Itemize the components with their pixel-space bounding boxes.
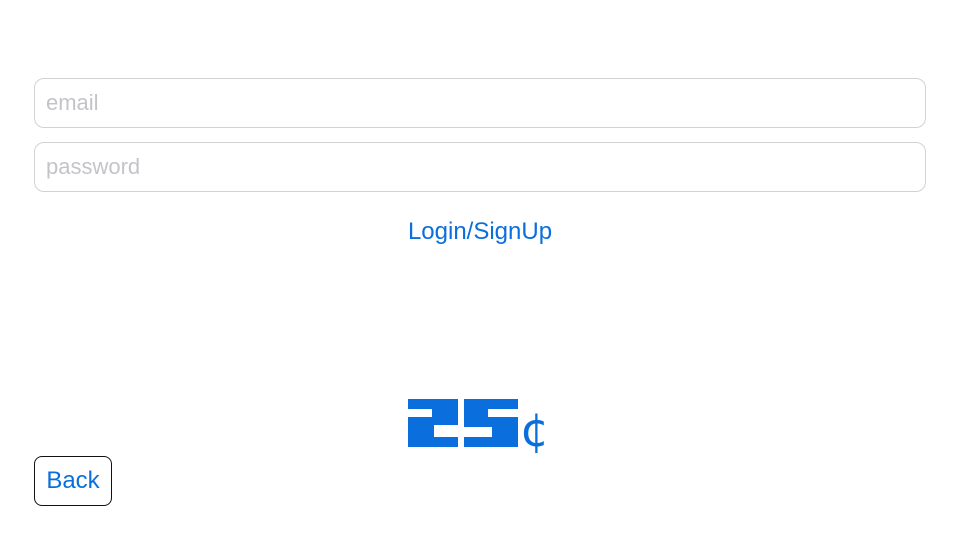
login-signup-button[interactable]: Login/SignUp [0,214,960,250]
email-field[interactable] [34,78,926,128]
logo-digit-5 [464,399,518,447]
login-signup-label: Login/SignUp [407,218,553,245]
password-field[interactable] [34,142,926,192]
logo-cent-sign: ¢ [520,403,549,456]
login-screen: Login/SignUp ¢ Back [0,0,960,540]
back-button[interactable]: Back [34,456,112,506]
app-logo: ¢ [408,399,549,456]
back-label: Back [46,467,100,494]
logo-digit-2 [408,399,458,447]
